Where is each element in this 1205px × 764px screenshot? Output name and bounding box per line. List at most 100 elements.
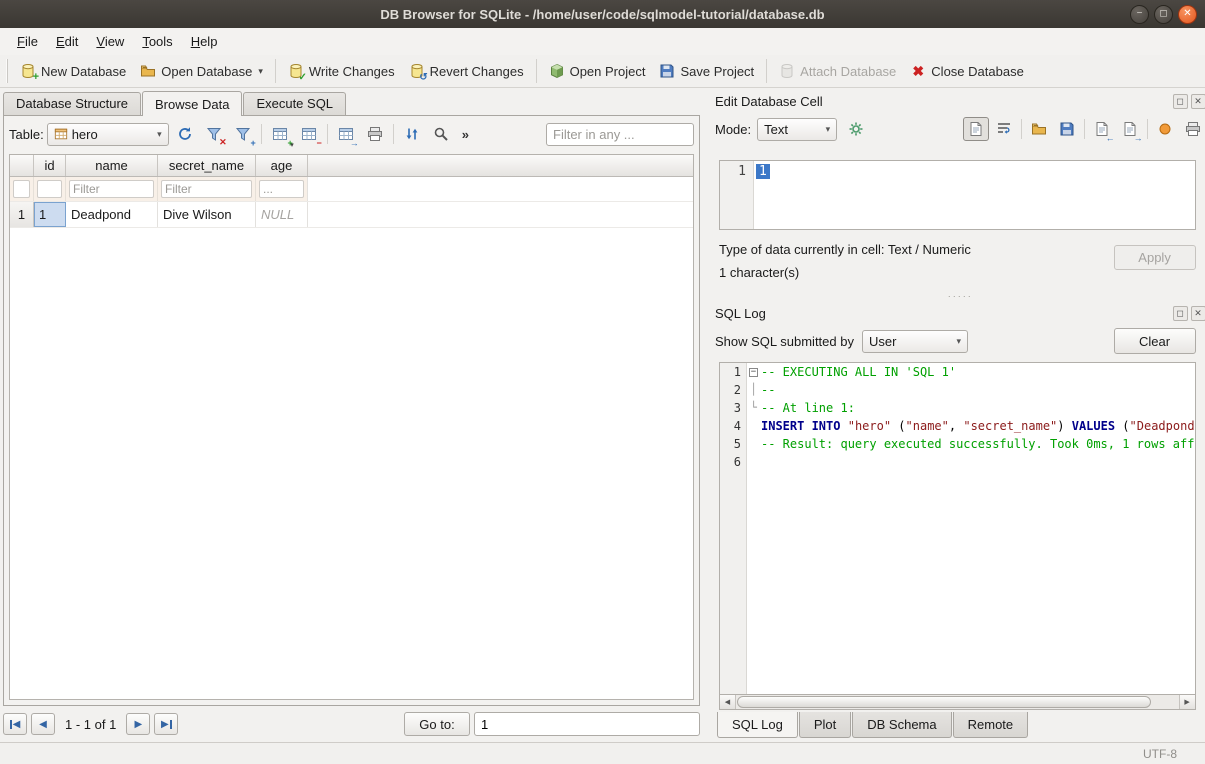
save-project-button[interactable]: Save Project — [652, 60, 761, 82]
sql-log-line: 4INSERT INTO "hero" ("name", "secret_nam… — [720, 417, 1195, 435]
open-database-dropdown-icon[interactable]: ▾ — [258, 66, 263, 77]
table-label: Table: — [9, 127, 44, 142]
write-changes-button[interactable]: ✓ Write Changes — [281, 60, 402, 82]
menu-file[interactable]: File — [8, 30, 47, 53]
row-number[interactable]: 1 — [10, 202, 34, 227]
export-data-button[interactable]: → — [333, 122, 359, 146]
cell-age[interactable]: NULL — [256, 202, 308, 227]
submitted-by-combobox[interactable]: User ▾ — [862, 330, 968, 353]
cell-id[interactable]: 1 — [34, 202, 66, 227]
clear-filters-button[interactable]: ✕ — [201, 122, 227, 146]
close-window-button[interactable]: ✕ — [1178, 5, 1197, 24]
table-combobox[interactable]: hero ▾ — [47, 123, 169, 146]
open-project-button[interactable]: Open Project — [542, 60, 653, 82]
edit-cell-close-button[interactable]: ✕ — [1191, 94, 1205, 109]
menu-edit[interactable]: Edit — [47, 30, 87, 53]
cell-toolbar-icons: ← → — [963, 117, 1205, 141]
fold-collapse-icon[interactable]: − — [749, 368, 758, 377]
previous-record-button[interactable]: ◀ — [31, 713, 55, 735]
sql-log-float-button[interactable]: ◻ — [1173, 306, 1188, 321]
toolbar-overflow-button[interactable]: » — [457, 127, 474, 142]
filter-any-column-input[interactable] — [546, 123, 694, 146]
print-cell-button[interactable] — [1180, 117, 1205, 141]
first-record-button[interactable]: ◀ — [3, 713, 27, 735]
minimize-button[interactable]: − — [1130, 5, 1149, 24]
new-database-button[interactable]: + New Database — [13, 60, 133, 82]
revert-changes-button[interactable]: ↺ Revert Changes — [402, 60, 531, 82]
edit-cell-float-button[interactable]: ◻ — [1173, 94, 1188, 109]
menu-help[interactable]: Help — [182, 30, 227, 53]
titlebar[interactable]: DB Browser for SQLite - /home/user/code/… — [0, 0, 1205, 28]
sql-log-code[interactable]: 1−-- EXECUTING ALL IN 'SQL 1'2│--3└-- At… — [719, 362, 1196, 694]
apply-button[interactable]: Apply — [1114, 245, 1196, 270]
print-button[interactable] — [362, 122, 388, 146]
write-changes-icon: ✓ — [288, 63, 304, 79]
delete-record-button[interactable]: − — [296, 122, 322, 146]
sql-log-close-button[interactable]: ✕ — [1191, 306, 1205, 321]
new-database-icon: + — [20, 63, 36, 79]
filter-input-name[interactable] — [69, 180, 154, 198]
next-record-button[interactable]: ▶ — [126, 713, 150, 735]
column-header-age[interactable]: age — [256, 155, 308, 176]
import-cell-button[interactable]: ← — [1089, 117, 1115, 141]
next-record-icon: ▶ — [134, 719, 142, 730]
tab-db-schema[interactable]: DB Schema — [852, 712, 951, 738]
set-null-button[interactable] — [1152, 117, 1178, 141]
document-icon — [968, 121, 984, 137]
scroll-right-icon[interactable]: ▶ — [1179, 695, 1195, 709]
tab-browse-data[interactable]: Browse Data — [142, 91, 242, 116]
tab-sql-log[interactable]: SQL Log — [717, 712, 798, 738]
main-area: Database Structure Browse Data Execute S… — [0, 88, 1205, 742]
filter-input-id[interactable] — [13, 180, 30, 198]
filter-input-secret-name[interactable] — [161, 180, 252, 198]
statusbar: UTF-8 — [0, 742, 1205, 764]
tab-execute-sql[interactable]: Execute SQL — [243, 92, 346, 115]
print-icon — [367, 126, 383, 142]
clear-log-button[interactable]: Clear — [1114, 328, 1196, 354]
cell-editor[interactable]: 1 1 — [719, 160, 1196, 230]
cell-secret-name[interactable]: Dive Wilson — [158, 202, 256, 227]
goto-input[interactable] — [474, 712, 700, 736]
float-icon: ◻ — [1176, 96, 1183, 107]
column-header-id[interactable]: id — [34, 155, 66, 176]
sort-button[interactable] — [399, 122, 425, 146]
open-database-icon — [140, 63, 156, 79]
grid-corner[interactable] — [10, 155, 34, 176]
filter-input-age[interactable] — [259, 180, 304, 198]
open-file-button[interactable] — [1026, 117, 1052, 141]
word-wrap-button[interactable] — [991, 117, 1017, 141]
export-cell-button[interactable]: → — [1117, 117, 1143, 141]
scrollbar-thumb[interactable] — [737, 696, 1151, 708]
scroll-left-icon[interactable]: ◀ — [720, 695, 736, 709]
app-window: DB Browser for SQLite - /home/user/code/… — [0, 0, 1205, 764]
open-database-button[interactable]: Open Database ▾ — [133, 60, 270, 82]
save-file-button[interactable] — [1054, 117, 1080, 141]
tab-plot[interactable]: Plot — [799, 712, 851, 738]
column-header-secret-name[interactable]: secret_name — [158, 155, 256, 176]
dock-resize-handle[interactable]: ····· — [715, 290, 1205, 302]
close-database-button[interactable]: ✖ Close Database — [903, 60, 1031, 82]
filter-row — [10, 177, 693, 202]
goto-button[interactable]: Go to: — [404, 712, 470, 736]
last-record-button[interactable]: ▶ — [154, 713, 178, 735]
mode-combobox[interactable]: Text ▾ — [757, 118, 837, 141]
filter-options-button[interactable]: + — [230, 122, 256, 146]
tab-remote[interactable]: Remote — [953, 712, 1029, 738]
cell-name[interactable]: Deadpond — [66, 202, 158, 227]
text-view-button[interactable] — [963, 117, 989, 141]
refresh-button[interactable] — [172, 122, 198, 146]
mode-combobox-value: Text — [764, 122, 788, 137]
auto-format-button[interactable] — [843, 117, 869, 141]
maximize-button[interactable]: ◻ — [1154, 5, 1173, 24]
cell-editor-content[interactable]: 1 — [756, 164, 770, 179]
insert-record-button[interactable]: +▾ — [267, 122, 293, 146]
encoding-label[interactable]: UTF-8 — [1143, 747, 1177, 761]
column-header-name[interactable]: name — [66, 155, 158, 176]
sql-log-line: 3└-- At line 1: — [720, 399, 1195, 417]
find-button[interactable] — [428, 122, 454, 146]
menu-tools[interactable]: Tools — [133, 30, 181, 53]
menu-view[interactable]: View — [87, 30, 133, 53]
filter-input-id[interactable] — [37, 180, 62, 198]
sql-log-horizontal-scrollbar[interactable]: ◀ ▶ — [719, 694, 1196, 710]
tab-database-structure[interactable]: Database Structure — [3, 92, 141, 115]
